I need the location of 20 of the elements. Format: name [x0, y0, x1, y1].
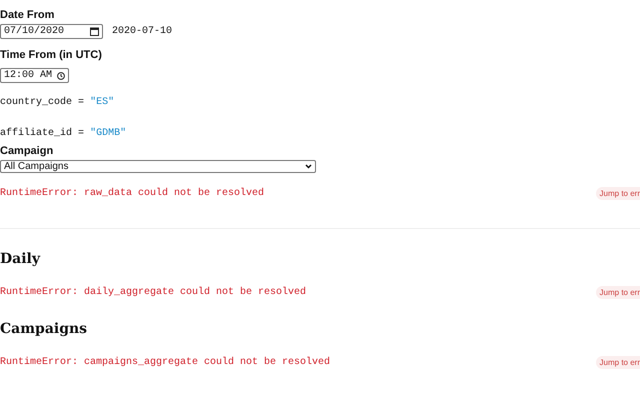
jump-button[interactable]: Jump to err	[596, 356, 640, 369]
field-label: Date From	[0, 9, 56, 22]
code-line: country_code = "ES"	[0, 97, 116, 108]
jump-button[interactable]: Jump to err	[596, 286, 640, 299]
error-message: RuntimeError: campaigns_aggregate could not be resolved	[0, 357, 330, 368]
campaign-select[interactable]: All Campaigns	[0, 160, 316, 173]
field-label: Campaign	[0, 145, 54, 158]
clock-icon	[57, 72, 65, 80]
section-heading: Campaigns	[0, 321, 88, 338]
section-heading: Daily	[0, 251, 42, 268]
field-label: Time From (in UTC)	[0, 49, 103, 62]
date-field[interactable]: 07/10/2020	[0, 24, 103, 39]
time-field[interactable]: 12:00 AM	[0, 68, 69, 83]
chevron-icon	[305, 164, 312, 169]
jump-button[interactable]: Jump to err	[596, 187, 640, 200]
date-output: 2020-07-10	[112, 26, 172, 37]
error-message: RuntimeError: daily_aggregate could not be resolved	[0, 287, 306, 298]
error-message: RuntimeError: raw_data could not be resolved	[0, 188, 264, 199]
calendar-icon	[90, 27, 99, 36]
code-line: affiliate_id = "GDMB"	[0, 128, 128, 139]
